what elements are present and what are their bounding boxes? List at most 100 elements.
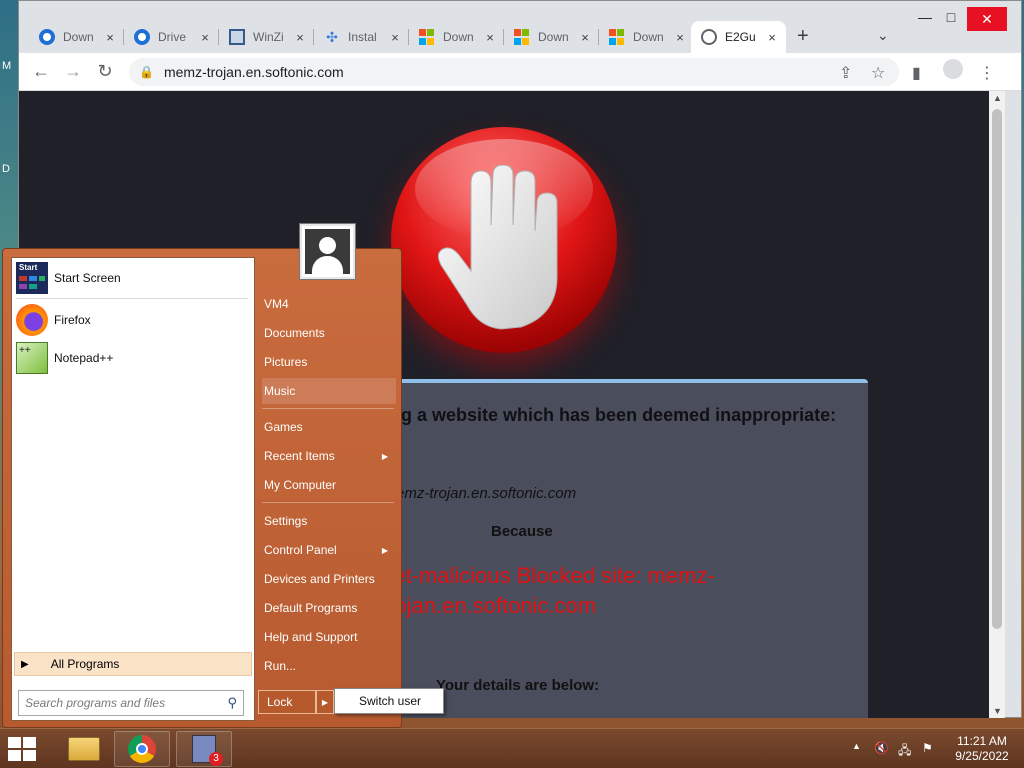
close-icon[interactable]: × <box>672 30 688 45</box>
close-icon[interactable]: × <box>482 30 498 45</box>
close-icon[interactable]: × <box>102 30 118 45</box>
taskbar: 3 ▲ 🔇 🖧 ⚑ 11:21 AM 9/25/2022 <box>0 728 1024 768</box>
volume-muted-icon[interactable]: 🔇 <box>874 741 889 755</box>
tab-7[interactable]: Down × <box>599 21 694 53</box>
clock-date: 9/25/2022 <box>955 749 1009 763</box>
page-scrollbar[interactable]: ▲ ▼ <box>989 91 1005 718</box>
search-placeholder: Search programs and files <box>25 696 166 710</box>
microsoft-icon <box>514 29 530 45</box>
tab-title: Down <box>63 30 94 44</box>
start-screen-icon: Start <box>16 262 48 294</box>
tab-8-active[interactable]: E2Gu × <box>691 21 786 53</box>
block-message-panel: g a website which has been deemed inappr… <box>371 379 868 718</box>
side-panel-icon[interactable]: ▮ <box>912 63 921 83</box>
start-item-control-panel[interactable]: Control Panel ▶ <box>262 537 396 563</box>
stop-hand-icon <box>391 127 617 353</box>
show-hidden-icons-icon[interactable]: ▲ <box>852 741 861 751</box>
new-tab-button[interactable]: + <box>797 25 809 48</box>
start-item-vm4[interactable]: VM4 <box>262 291 396 317</box>
file-explorer-icon[interactable] <box>56 731 112 767</box>
start-item-run[interactable]: Run... <box>262 653 396 679</box>
url-text: memz-trojan.en.softonic.com <box>163 64 344 80</box>
tab-strip: Down × Drive × WinZi × ✣ Instal × Down × <box>19 1 1021 53</box>
tab-search-button[interactable]: ⌄ <box>877 27 889 44</box>
tab-2[interactable]: Drive × <box>124 21 219 53</box>
lock-button[interactable]: Lock <box>258 690 316 714</box>
action-center-icon[interactable]: ⚑ <box>922 741 933 755</box>
user-avatar[interactable] <box>300 224 355 279</box>
close-icon[interactable]: × <box>764 30 780 45</box>
start-menu-programs: Start Start Screen Firefox ++ Notepad++ … <box>11 257 255 721</box>
winzip-icon <box>229 29 245 45</box>
because-label: Because <box>491 523 553 540</box>
lock-icon[interactable]: 🔒 <box>139 65 154 79</box>
tab-1[interactable]: Down × <box>29 21 124 53</box>
forward-button[interactable]: → <box>61 61 85 82</box>
start-item-documents[interactable]: Documents <box>262 320 396 346</box>
desktop-label-d: D <box>2 163 10 175</box>
switch-user-menu-item[interactable]: Switch user <box>334 688 444 714</box>
close-window-button[interactable]: ✕ <box>967 7 1007 31</box>
close-icon[interactable]: × <box>387 30 403 45</box>
pinned-firefox[interactable]: Firefox <box>16 304 91 336</box>
start-item-devices-printers[interactable]: Devices and Printers <box>262 566 396 592</box>
details-label: Your details are below: <box>436 677 600 694</box>
network-icon[interactable]: 🖧 <box>898 741 911 762</box>
power-options-arrow[interactable]: ▶ <box>316 690 334 714</box>
scroll-down-icon[interactable]: ▼ <box>993 706 1002 716</box>
notepadpp-icon: ++ <box>16 342 48 374</box>
tab-title: Down <box>443 30 474 44</box>
pinned-label: Notepad++ <box>54 351 114 365</box>
tab-title: Down <box>633 30 664 44</box>
edge-icon <box>134 29 150 45</box>
menu-icon[interactable]: ⋮ <box>979 63 995 83</box>
microsoft-icon <box>419 29 435 45</box>
start-item-games[interactable]: Games <box>262 414 396 440</box>
edge-icon <box>39 29 55 45</box>
chrome-icon[interactable] <box>114 731 170 767</box>
bookmark-star-icon[interactable]: ☆ <box>871 63 885 83</box>
tab-title: Drive <box>158 30 187 44</box>
tab-6[interactable]: Down × <box>504 21 599 53</box>
tab-5[interactable]: Down × <box>409 21 504 53</box>
globe-icon <box>701 29 717 45</box>
close-icon[interactable]: × <box>577 30 593 45</box>
back-button[interactable]: ← <box>29 61 53 82</box>
windows-start-icon[interactable] <box>8 737 38 761</box>
start-item-music[interactable]: Music <box>262 378 396 404</box>
pinned-label: Start Screen <box>54 271 121 285</box>
address-bar[interactable]: 🔒 memz-trojan.en.softonic.com <box>129 58 899 86</box>
scroll-up-icon[interactable]: ▲ <box>993 93 1002 103</box>
microsoft-icon <box>609 29 625 45</box>
reload-button[interactable]: ↻ <box>93 61 117 82</box>
start-item-my-computer[interactable]: My Computer <box>262 472 396 498</box>
profile-icon[interactable] <box>943 59 963 79</box>
start-search-input[interactable]: Search programs and files ⚲ <box>18 690 244 716</box>
share-icon[interactable]: ⇪ <box>839 63 852 83</box>
block-heading: g a website which has been deemed inappr… <box>401 405 837 425</box>
start-item-pictures[interactable]: Pictures <box>262 349 396 375</box>
tab-4[interactable]: ✣ Instal × <box>314 21 409 53</box>
close-icon[interactable]: × <box>197 30 213 45</box>
start-item-recent-items[interactable]: Recent Items ▶ <box>262 443 396 469</box>
notification-badge: 3 <box>209 752 223 766</box>
tab-title: WinZi <box>253 30 284 44</box>
start-item-default-programs[interactable]: Default Programs <box>262 595 396 621</box>
pinned-notepadpp[interactable]: ++ Notepad++ <box>16 342 113 374</box>
close-icon[interactable]: × <box>292 30 308 45</box>
tab-title: Instal <box>348 30 377 44</box>
scroll-thumb[interactable] <box>992 109 1002 629</box>
maximize-button[interactable]: □ <box>931 9 971 25</box>
all-programs-button[interactable]: ▶ All Programs <box>14 652 252 676</box>
tab-title: Down <box>538 30 569 44</box>
tab-3[interactable]: WinZi × <box>219 21 314 53</box>
search-icon[interactable]: ⚲ <box>227 695 237 711</box>
task-app-icon[interactable]: 3 <box>176 731 232 767</box>
submenu-arrow-icon: ▶ <box>381 451 388 461</box>
start-item-help-support[interactable]: Help and Support <box>262 624 396 650</box>
triangle-right-icon: ▶ <box>21 658 29 670</box>
start-item-settings[interactable]: Settings <box>262 508 396 534</box>
pinned-start-screen[interactable]: Start Start Screen <box>16 262 121 294</box>
firefox-icon <box>16 304 48 336</box>
clock[interactable]: 11:21 AM 9/25/2022 <box>944 734 1020 764</box>
